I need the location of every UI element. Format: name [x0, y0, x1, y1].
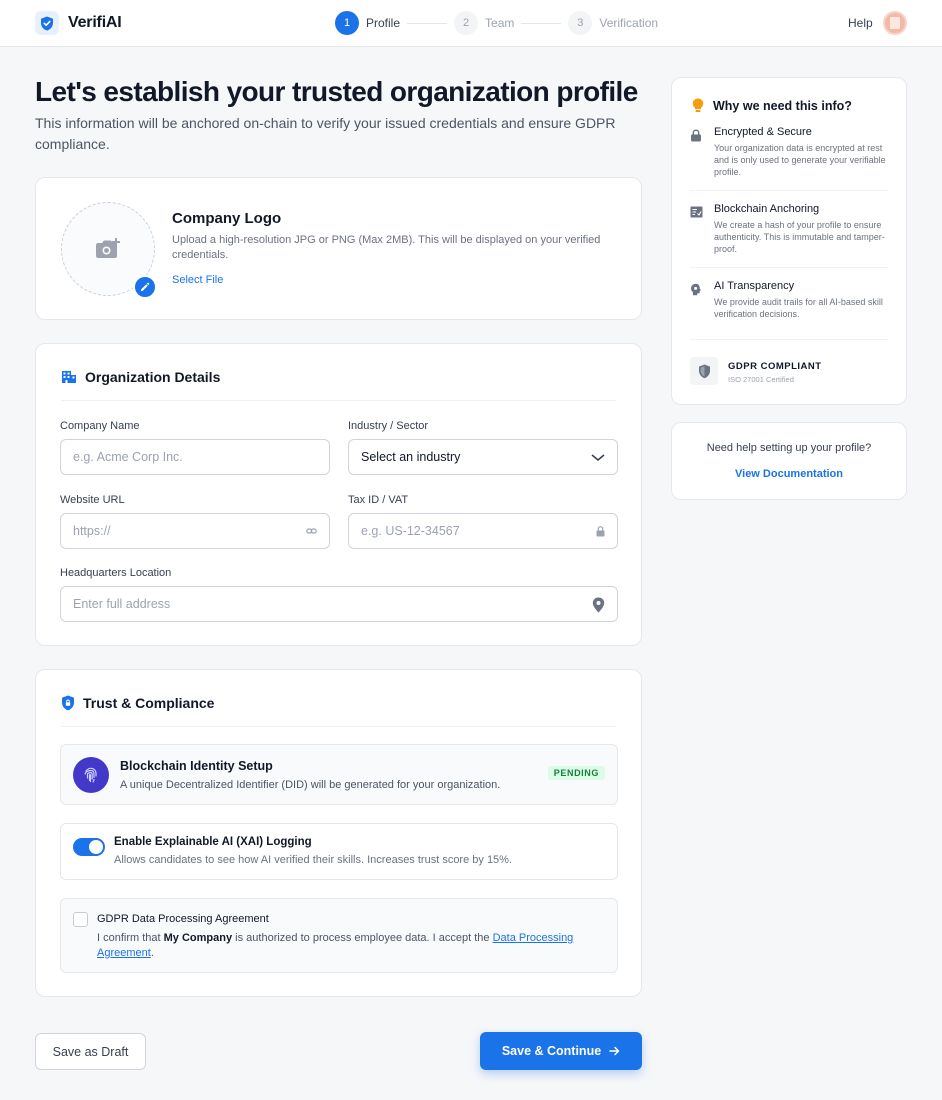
lock-icon	[596, 526, 605, 537]
shield-lock-icon	[62, 695, 74, 711]
chevron-down-icon	[591, 454, 605, 462]
edit-logo-button[interactable]	[133, 275, 157, 299]
industry-label: Industry / Sector	[348, 420, 429, 432]
hq-label: Headquarters Location	[60, 567, 172, 579]
logo-title: Company Logo	[172, 210, 282, 227]
help-question: Need help setting up your profile?	[706, 442, 872, 454]
user-avatar[interactable]	[883, 11, 907, 35]
step-number: 3	[568, 11, 593, 35]
shield-logo-icon	[35, 11, 59, 35]
company-name-input[interactable]: e.g. Acme Corp Inc.	[60, 439, 330, 475]
tax-id-placeholder: e.g. US-12-34567	[361, 524, 460, 538]
progress-stepper: 1 Profile 2 Team 3 Verification	[335, 11, 658, 35]
xai-logging-panel: Enable Explainable AI (XAI) Logging Allo…	[60, 823, 618, 880]
gdpr-compliant-subtitle: ISO 27001 Certified	[728, 375, 794, 384]
save-continue-button[interactable]: Save & Continue	[480, 1032, 642, 1070]
save-draft-label: Save as Draft	[52, 1044, 129, 1059]
section-heading: Trust & Compliance	[61, 695, 214, 711]
xai-logging-toggle[interactable]	[73, 838, 105, 856]
blockchain-identity-description: A unique Decentralized Identifier (DID) …	[120, 779, 501, 791]
website-input[interactable]: https://	[60, 513, 330, 549]
divider	[690, 190, 888, 191]
gdpr-shield-icon	[690, 357, 718, 385]
gdpr-company-name: My Company	[163, 932, 233, 944]
info-heading: Why we need this info?	[692, 98, 852, 113]
blockchain-identity-title: Blockchain Identity Setup	[120, 759, 273, 773]
trust-compliance-card: Trust & Compliance Blockchain Identity S…	[35, 669, 642, 997]
section-title: Trust & Compliance	[83, 695, 215, 711]
info-item-title: Encrypted & Secure	[714, 126, 812, 138]
company-name-label: Company Name	[60, 420, 140, 432]
website-label: Website URL	[60, 494, 125, 506]
step-team[interactable]: 2 Team	[454, 11, 514, 35]
step-label: Team	[485, 16, 515, 30]
gdpr-text-mid: is authorized to process employee data. …	[232, 932, 493, 944]
location-pin-icon	[592, 597, 605, 613]
arrow-right-icon	[609, 1046, 620, 1056]
ledger-icon	[690, 206, 703, 218]
step-number: 1	[335, 11, 359, 35]
help-card: Need help setting up your profile? View …	[671, 422, 907, 500]
view-documentation-link[interactable]: View Documentation	[672, 468, 906, 480]
brain-icon	[691, 283, 701, 296]
blockchain-identity-panel: Blockchain Identity Setup A unique Decen…	[60, 744, 618, 805]
website-placeholder: https://	[73, 524, 111, 538]
xai-logging-description: Allows candidates to see how AI verified…	[114, 854, 513, 866]
gdpr-agreement-text: I confirm that My Company is authorized …	[97, 931, 597, 961]
tax-id-label: Tax ID / VAT	[348, 494, 409, 506]
section-heading: Organization Details	[61, 369, 220, 385]
fingerprint-icon	[73, 757, 109, 793]
hq-placeholder: Enter full address	[73, 597, 171, 611]
info-item-description: Your organization data is encrypted at r…	[714, 143, 886, 177]
xai-logging-title: Enable Explainable AI (XAI) Logging	[114, 836, 312, 848]
step-profile[interactable]: 1 Profile	[335, 11, 400, 35]
gdpr-agreement-checkbox[interactable]	[73, 912, 88, 927]
brand-name: VerifiAI	[68, 14, 122, 31]
info-item-title: AI Transparency	[714, 280, 795, 292]
info-item-title: Blockchain Anchoring	[714, 203, 820, 215]
gdpr-agreement-panel: GDPR Data Processing Agreement I confirm…	[60, 898, 618, 973]
divider	[690, 267, 888, 268]
lightbulb-icon	[692, 98, 704, 112]
organization-details-card: Organization Details Company Name e.g. A…	[35, 343, 642, 646]
pencil-icon	[141, 282, 150, 291]
help-link[interactable]: Help	[848, 16, 873, 30]
link-icon	[306, 528, 317, 534]
info-title: Why we need this info?	[713, 98, 852, 113]
company-logo-card: Company Logo Upload a high-resolution JP…	[35, 177, 642, 320]
lock-icon	[691, 129, 701, 142]
page-subtitle: This information will be anchored on-cha…	[35, 115, 616, 152]
save-continue-label: Save & Continue	[501, 1044, 602, 1058]
step-connector	[407, 22, 448, 24]
add-photo-icon	[96, 238, 120, 258]
industry-value: Select an industry	[361, 450, 461, 464]
industry-select[interactable]: Select an industry	[348, 439, 618, 475]
select-file-link[interactable]: Select File	[172, 274, 223, 286]
hq-address-input[interactable]: Enter full address	[60, 586, 618, 622]
info-item-description: We create a hash of your profile to ensu…	[714, 220, 885, 254]
save-draft-button[interactable]: Save as Draft	[35, 1033, 146, 1070]
page-title: Let's establish your trusted organizatio…	[35, 76, 638, 107]
section-title: Organization Details	[85, 369, 221, 385]
logo-description: Upload a high-resolution JPG or PNG (Max…	[172, 234, 601, 261]
building-icon	[62, 371, 76, 383]
step-verification[interactable]: 3 Verification	[568, 11, 658, 35]
step-number: 2	[454, 11, 479, 35]
step-label: Verification	[599, 16, 659, 30]
divider	[690, 339, 888, 340]
divider	[61, 400, 616, 401]
gdpr-agreement-title: GDPR Data Processing Agreement	[97, 913, 269, 925]
why-info-card: Why we need this info? Encrypted & Secur…	[671, 77, 907, 405]
divider	[61, 726, 616, 727]
gdpr-text-before: I confirm that	[97, 932, 164, 944]
gdpr-text-after: .	[150, 947, 154, 959]
status-badge: PENDING	[547, 766, 605, 780]
tax-id-input[interactable]: e.g. US-12-34567	[348, 513, 618, 549]
gdpr-compliant-title: GDPR COMPLIANT	[728, 361, 822, 372]
step-label: Profile	[366, 16, 401, 30]
step-connector	[521, 22, 562, 24]
info-item-description: We provide audit trails for all AI-based…	[714, 297, 883, 319]
brand[interactable]: VerifiAI	[35, 11, 122, 35]
top-bar: VerifiAI 1 Profile 2 Team 3 Verification…	[0, 0, 942, 47]
